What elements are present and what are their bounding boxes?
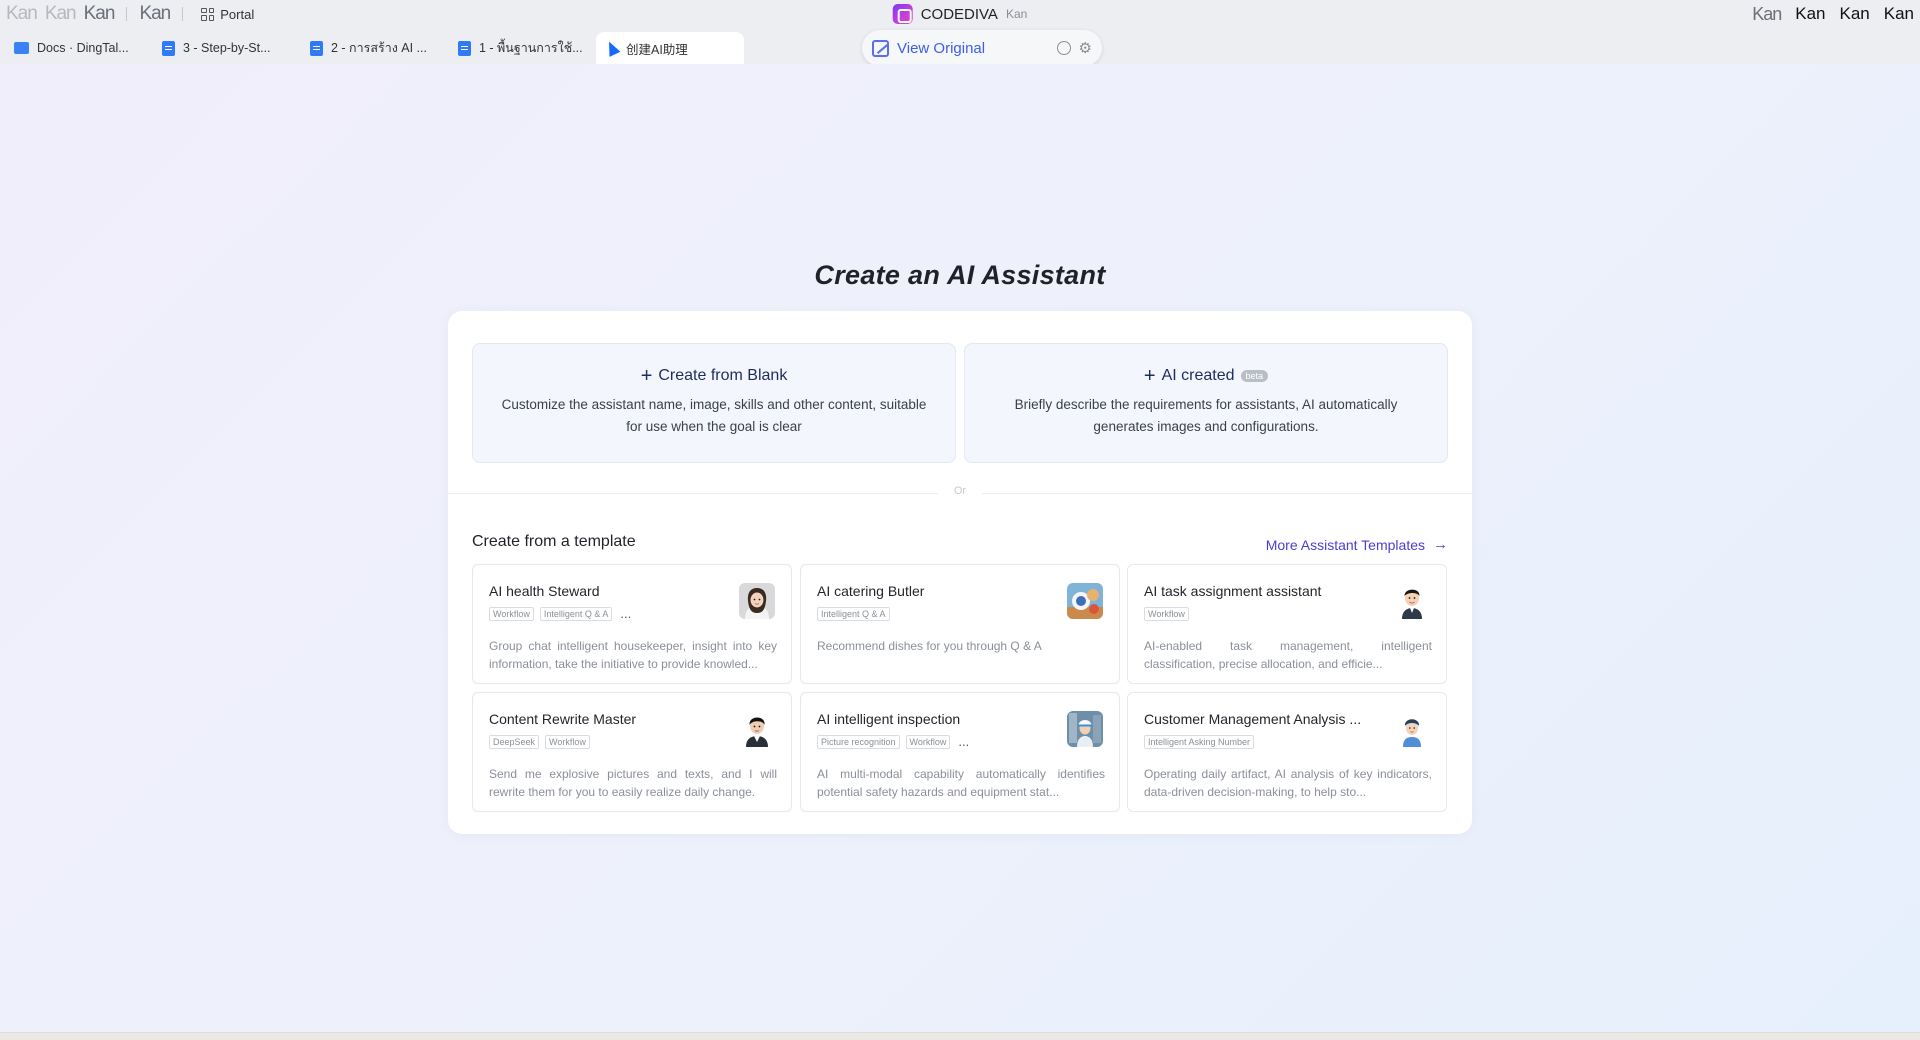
- app-name: CODEDIVA: [920, 5, 998, 23]
- doc-icon: [162, 40, 175, 56]
- page-title: Create an AI Assistant: [814, 260, 1106, 290]
- more-templates-link[interactable]: More Assistant Templates →: [1266, 536, 1448, 553]
- portal-label: Portal: [220, 6, 255, 22]
- main-content: Create an AI Assistant + Create from Bla…: [0, 64, 1920, 1032]
- divider: [182, 7, 184, 21]
- ai-created-card[interactable]: + AI created beta Briefly describe the r…: [964, 343, 1448, 463]
- template-title: Content Rewrite Master: [489, 711, 637, 727]
- template-tag: Intelligent Asking Number: [1144, 735, 1255, 749]
- arrow-right-icon: →: [1433, 536, 1448, 553]
- template-title: AI health Steward: [489, 583, 600, 599]
- template-tag: Intelligent Q & A: [539, 607, 613, 621]
- tab-label: 3 - Step-by-St...: [183, 41, 271, 55]
- plus-icon: +: [640, 365, 653, 387]
- title-right-item-2: Kan: [1839, 4, 1870, 23]
- template-tag: Intelligent Q & A: [817, 607, 890, 621]
- tab-create-ai-assistant[interactable]: 创建AI助理: [596, 32, 744, 64]
- view-original-button[interactable]: View Original: [897, 40, 1049, 57]
- beta-badge: beta: [1240, 370, 1269, 382]
- view-original-bar[interactable]: View Original ⚙: [862, 30, 1102, 66]
- template-desc: Send me explosive pictures and texts, an…: [489, 767, 777, 799]
- doc-icon: [310, 40, 323, 56]
- tab-docs-dingtalk[interactable]: Docs · DingTal...: [4, 32, 152, 64]
- template-desc: Operating daily artifact, AI analysis of…: [1144, 767, 1432, 799]
- template-desc: AI-enabled task management, intelligent …: [1144, 639, 1432, 671]
- create-from-blank-card[interactable]: + Create from Blank Customize the assist…: [472, 343, 956, 463]
- translate-off-icon: [872, 39, 889, 57]
- plus-icon: +: [1143, 365, 1156, 387]
- grid-icon: [201, 7, 215, 21]
- more-tags-indicator: ...: [958, 734, 970, 749]
- avatar: [1394, 583, 1430, 619]
- template-tag: Picture recognition: [817, 735, 900, 749]
- ai-created-title: AI created: [1161, 367, 1235, 384]
- tab-label: Docs · DingTal...: [37, 41, 129, 55]
- title-right-item-3: Kan: [1883, 4, 1914, 23]
- templates-heading: Create from a template: [472, 533, 636, 550]
- avatar: [1067, 583, 1103, 619]
- app-subtitle: Kan: [1005, 7, 1028, 21]
- title-bar-right: Kan Kan Kan Kan: [1752, 0, 1914, 28]
- divider: [126, 7, 128, 21]
- template-title: AI task assignment assistant: [1144, 583, 1322, 599]
- bottom-strip: [0, 1032, 1920, 1040]
- create-from-blank-title: Create from Blank: [658, 367, 788, 384]
- template-card-customer-management[interactable]: Customer Management Analysis ... Intelli…: [1127, 692, 1447, 812]
- more-tags-indicator: ...: [620, 606, 632, 621]
- avatar: [1394, 711, 1430, 747]
- template-tag: Workflow: [545, 735, 590, 749]
- folder-icon: [14, 42, 29, 54]
- avatar: [739, 583, 775, 619]
- more-templates-label: More Assistant Templates: [1265, 536, 1425, 553]
- template-card-task-assignment[interactable]: AI task assignment assistant Workflow AI…: [1127, 564, 1447, 684]
- or-label: Or: [938, 485, 982, 497]
- codediva-logo-icon: [892, 4, 913, 24]
- create-from-blank-desc: Customize the assistant name, image, ski…: [501, 397, 927, 434]
- template-card-catering-butler[interactable]: AI catering Butler Intelligent Q & A Rec…: [800, 564, 1120, 684]
- tab-basics-thai[interactable]: 1 - พื้นฐานการใช้...: [448, 32, 596, 64]
- avatar: [739, 711, 775, 747]
- tab-create-ai-thai[interactable]: 2 - การสร้าง AI ...: [300, 32, 448, 64]
- window-title: CODEDIVA Kan: [892, 0, 1028, 28]
- template-title: Customer Management Analysis ...: [1144, 711, 1362, 727]
- refresh-icon[interactable]: [1056, 41, 1071, 55]
- template-title: AI intelligent inspection: [817, 711, 961, 727]
- template-tag: Workflow: [905, 735, 951, 749]
- tab-label: 2 - การสร้าง AI ...: [331, 41, 428, 55]
- template-desc: Recommend dishes for you through Q & A: [817, 639, 1042, 653]
- template-desc: Group chat intelligent housekeeper, insi…: [489, 639, 777, 671]
- ghost-text-2: Kan: [44, 3, 77, 24]
- ghost-text-3: Kan: [83, 3, 116, 24]
- tab-label: 1 - พื้นฐานการใช้...: [479, 41, 583, 55]
- template-tag: Workflow: [1144, 607, 1189, 621]
- template-title: AI catering Butler: [817, 583, 925, 599]
- ghost-text-5: Kan: [1752, 3, 1782, 24]
- tab-step-by-step[interactable]: 3 - Step-by-St...: [152, 32, 300, 64]
- title-bar: Kan Kan Kan Kan Portal CODEDIVA Kan Kan …: [0, 0, 1920, 28]
- ghost-text-1: Kan: [6, 3, 38, 24]
- ghost-text-4: Kan: [139, 3, 171, 24]
- template-tag: Workflow: [489, 607, 534, 621]
- template-card-content-rewrite[interactable]: Content Rewrite Master DeepSeek Workflow…: [472, 692, 792, 812]
- template-tag: DeepSeek: [489, 735, 540, 749]
- gear-icon[interactable]: ⚙: [1079, 41, 1092, 56]
- ai-created-desc: Briefly describe the requirements for as…: [1014, 397, 1398, 434]
- avatar: [1067, 711, 1103, 747]
- title-right-item-1: Kan: [1795, 4, 1826, 23]
- tab-label: 创建AI助理: [626, 42, 688, 57]
- cursor-icon: [603, 39, 621, 57]
- portal-button[interactable]: Portal: [201, 7, 254, 22]
- template-card-health-steward[interactable]: AI health Steward Workflow Intelligent Q…: [472, 564, 792, 684]
- create-panel: + Create from Blank Customize the assist…: [448, 311, 1472, 834]
- doc-icon: [458, 40, 471, 56]
- template-card-intelligent-inspection[interactable]: AI intelligent inspection Picture recogn…: [800, 692, 1120, 812]
- template-desc: AI multi-modal capability automatically …: [817, 767, 1105, 799]
